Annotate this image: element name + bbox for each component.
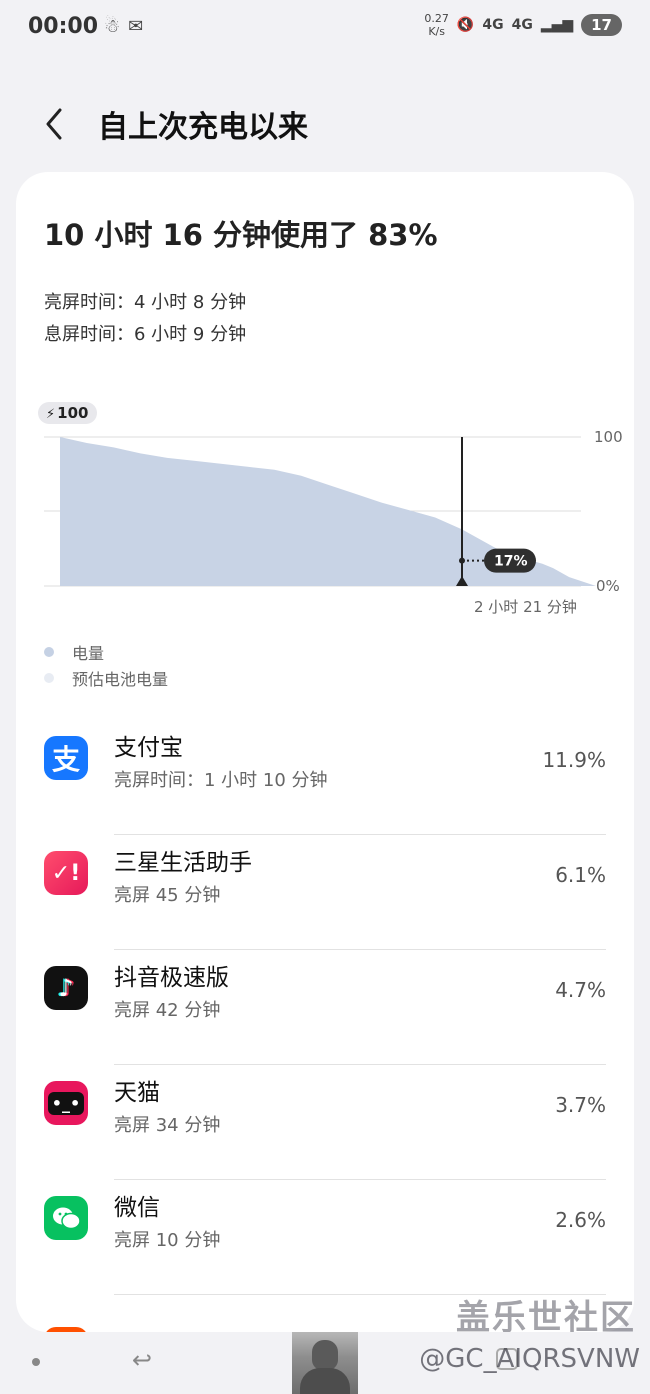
chat-bubble-icon: ✉	[128, 16, 144, 37]
signal-4g-icon-2: 4G	[511, 17, 533, 33]
time-marker-label: 2 小时 21 分钟	[474, 598, 577, 616]
mute-icon: 🔇	[456, 17, 475, 33]
legend-battery-swatch	[44, 647, 54, 657]
battery-chart-svg: 17% 100 0% 2 小时 21 分钟	[44, 428, 623, 616]
battery-chart[interactable]: ⚡ 100 17% 100 0% 2 小时 21 分钟	[26, 400, 634, 620]
network-speed: 0.27 K/s	[424, 12, 449, 38]
y-tick-top: 100	[594, 428, 623, 446]
legend-battery: 电量	[44, 640, 104, 664]
signal-bars-icon: ▂▄▆	[540, 17, 574, 33]
notification-person-icon: ☃	[104, 16, 121, 37]
watermark-photo	[292, 1332, 358, 1394]
screen-off-time: 息屏时间：6 小时 9 分钟	[44, 324, 247, 345]
usage-summary: 10 小时 16 分钟使用了 83%	[44, 218, 438, 252]
tmall-icon: •_•	[44, 1081, 88, 1125]
douyin-icon: ♪	[44, 966, 88, 1010]
alipay-icon: 支	[44, 736, 88, 780]
screen-on-time: 亮屏时间：4 小时 8 分钟	[44, 292, 247, 313]
signal-4g-icon: 4G	[482, 17, 504, 33]
list-item-samsung-life[interactable]: ✓! 三星生活助手 亮屏 45 分钟 6.1%	[16, 835, 634, 950]
marker-label: 17%	[494, 554, 528, 570]
header: 自上次充电以来	[0, 96, 650, 152]
watermark-handle: @GC_AIQRSVNW	[419, 1344, 640, 1374]
nav-menu-icon[interactable]	[32, 1358, 40, 1366]
back-icon[interactable]	[38, 104, 74, 144]
status-bar: 00:00 ☃ ✉ 0.27 K/s 🔇 4G 4G ▂▄▆ 17	[0, 0, 650, 56]
list-item-alipay[interactable]: 支 支付宝 亮屏时间：1 小时 10 分钟 11.9%	[16, 720, 634, 835]
list-item-douyin[interactable]: ♪ 抖音极速版 亮屏 42 分钟 4.7%	[16, 950, 634, 1065]
samsung-life-icon: ✓!	[44, 851, 88, 895]
page-title: 自上次充电以来	[98, 110, 308, 145]
usage-card: 10 小时 16 分钟使用了 83% 亮屏时间：4 小时 8 分钟 息屏时间：6…	[16, 172, 634, 1332]
charge-level-badge: ⚡ 100	[38, 402, 98, 424]
nav-back-icon[interactable]: ↩	[132, 1346, 152, 1374]
wechat-icon	[44, 1196, 88, 1240]
lightning-icon: ⚡	[46, 407, 56, 422]
legend-estimated: 预估电池电量	[44, 666, 168, 690]
status-time: 00:00	[28, 14, 99, 39]
battery-level: 17	[581, 14, 622, 36]
list-item-wechat[interactable]: 微信 亮屏 10 分钟 2.6%	[16, 1180, 634, 1295]
legend-estimated-swatch	[44, 673, 54, 683]
list-item-tmall[interactable]: •_• 天猫 亮屏 34 分钟 3.7%	[16, 1065, 634, 1180]
y-tick-bottom: 0%	[596, 577, 620, 595]
